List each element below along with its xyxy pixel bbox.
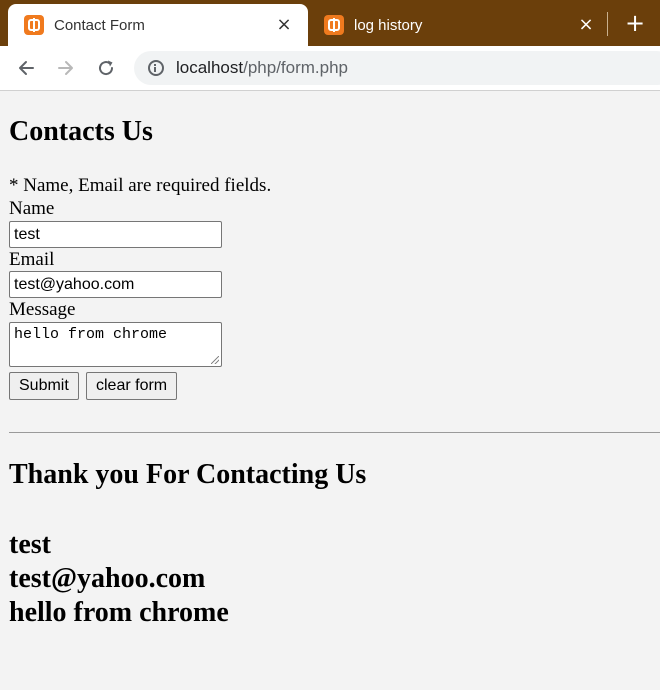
browser-toolbar: localhost/php/form.php (0, 46, 660, 91)
url-path: /php/form.php (243, 58, 349, 77)
tab-separator (607, 12, 608, 36)
reload-icon[interactable] (92, 54, 120, 82)
divider (9, 432, 660, 433)
result-name: test (9, 529, 51, 560)
result-email: test@yahoo.com (9, 563, 206, 594)
forward-arrow-icon[interactable] (52, 54, 80, 82)
submit-button[interactable]: Submit (9, 372, 79, 400)
name-field[interactable]: test (9, 221, 222, 248)
email-label: Email (9, 249, 55, 270)
address-bar[interactable]: localhost/php/form.php (134, 51, 660, 85)
url-host: localhost (176, 58, 244, 77)
page-title: Contacts Us (9, 116, 153, 147)
message-text: hello from chrome (14, 326, 168, 343)
email-field[interactable]: test@yahoo.com (9, 271, 222, 298)
xampp-favicon-icon (324, 15, 344, 35)
tab-title: log history (354, 16, 423, 34)
thank-you-heading: Thank you For Contacting Us (9, 459, 367, 490)
tab-log-history[interactable]: log history × (316, 4, 606, 46)
new-tab-plus-icon[interactable]: + (620, 8, 650, 38)
result-message: hello from chrome (9, 597, 229, 628)
message-label: Message (9, 299, 76, 320)
name-label: Name (9, 198, 55, 219)
back-arrow-icon[interactable] (12, 54, 40, 82)
tab-title: Contact Form (54, 16, 145, 34)
tab-strip: Contact Form × log history × + (0, 0, 660, 46)
close-tab-icon[interactable]: × (574, 13, 598, 37)
clear-form-button[interactable]: clear form (86, 372, 178, 400)
xampp-favicon-icon (24, 15, 44, 35)
close-tab-icon[interactable]: × (272, 13, 296, 37)
message-textarea[interactable]: hello from chrome (9, 322, 222, 367)
resize-grip-icon[interactable] (211, 356, 219, 364)
tab-contact-form[interactable]: Contact Form × (8, 4, 308, 46)
required-fields-note: * Name, Email are required fields. (9, 175, 272, 196)
site-info-icon[interactable] (148, 60, 164, 76)
